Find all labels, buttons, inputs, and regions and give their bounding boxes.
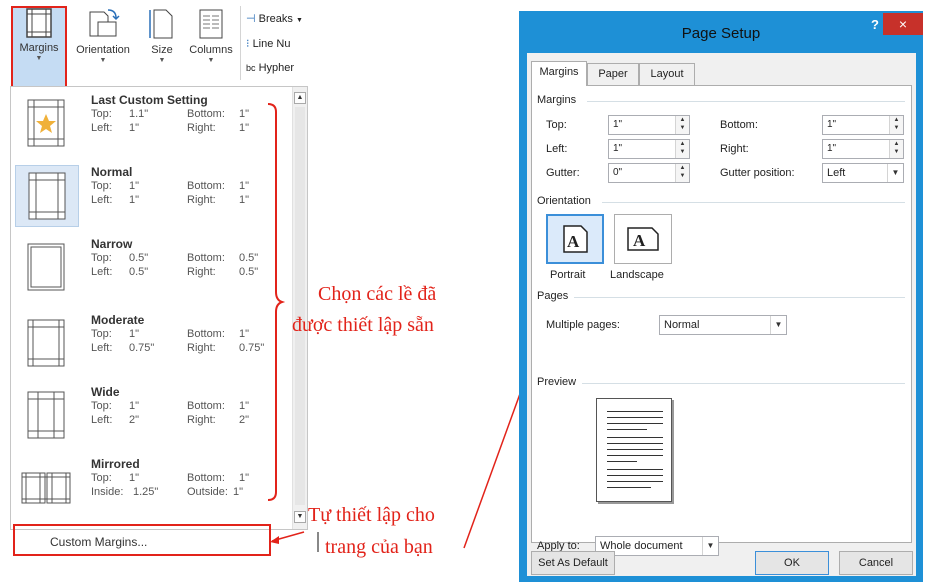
left-label: Left: [546,143,568,155]
top-margin-input[interactable]: 1" ▲ ▼ [608,115,690,135]
spinner-icon[interactable]: ▲ ▼ [675,140,689,158]
landscape-button[interactable]: A [614,214,672,264]
preview-line [607,461,637,462]
preview-group-label: Preview [537,376,577,388]
gutter-position-select[interactable]: Left ▼ [822,163,904,183]
cancel-button[interactable]: Cancel [839,551,913,575]
left-margin-value: 1" [613,143,623,154]
spinner-icon[interactable]: ▲ ▼ [675,164,689,182]
preview-line [607,449,663,450]
divider [602,202,905,203]
preview-line [607,429,647,430]
orientation-group-label: Orientation [537,195,591,207]
page-setup-dialog: Page Setup ? × Margins Paper Layout Marg… [519,11,923,582]
dialog-title-bar[interactable]: Page Setup ? × [519,11,923,53]
preview-line [607,481,663,482]
spinner-icon[interactable]: ▲ ▼ [889,140,903,158]
dialog-body: Margins Paper Layout Margins Top: 1" ▲ ▼ … [527,53,916,576]
left-margin-input[interactable]: 1" ▲ ▼ [608,139,690,159]
dialog-title: Page Setup [681,25,761,42]
margins-tab-panel: Margins Top: 1" ▲ ▼ Bottom: 1" ▲ ▼ Left: 1… [531,85,912,556]
close-icon[interactable]: × [883,13,923,35]
gutter-position-value: Left [827,167,846,179]
ok-button[interactable]: OK [755,551,829,575]
landscape-icon: A [627,227,659,251]
divider [582,383,905,384]
svg-text:A: A [567,232,580,251]
tab-layout[interactable]: Layout [639,63,695,85]
gutter-input[interactable]: 0" ▲ ▼ [608,163,690,183]
preset-note-line2: được thiết lập sẵn [292,314,434,336]
help-icon[interactable]: ? [871,17,879,32]
multiple-pages-select[interactable]: Normal ▼ [659,315,787,335]
right-label: Right: [720,143,749,155]
top-label: Top: [546,119,567,131]
preview-line [607,469,663,470]
preview-line [607,487,651,488]
bottom-label: Bottom: [720,119,758,131]
preview-line [607,437,663,438]
divider [574,297,905,298]
preview-line [607,423,663,424]
preset-brace [267,103,286,501]
multiple-pages-value: Normal [664,319,700,331]
svg-text:A: A [633,231,646,250]
multiple-pages-label: Multiple pages: [546,319,620,331]
spinner-icon[interactable]: ▲ ▼ [889,116,903,134]
gutter-label: Gutter: [546,167,580,179]
spinner-icon[interactable]: ▲ ▼ [675,116,689,134]
right-margin-value: 1" [827,143,837,154]
pages-group-label: Pages [537,290,569,302]
preset-note-line1: Chọn các lề đã [318,283,437,305]
chevron-down-icon: ▼ [770,316,786,334]
gutter-position-label: Gutter position: [720,167,795,179]
top-margin-value: 1" [613,119,623,130]
preview-line [607,455,663,456]
margins-group-label: Margins [537,94,577,106]
landscape-label: Landscape [610,269,664,281]
tab-margins[interactable]: Margins [531,61,587,86]
preview-line [607,475,663,476]
custom-note-line1: Tự thiết lập cho [308,504,435,526]
portrait-label: Portrait [550,269,586,281]
arrow-head-icon [270,536,279,544]
preview-page [596,398,672,502]
set-as-default-button[interactable]: Set As Default [531,551,615,575]
preview-line [607,443,663,444]
chevron-down-icon: ▼ [887,164,903,182]
dialog-arrow-line [463,379,526,549]
preview-line [607,411,663,412]
portrait-button[interactable]: A [546,214,604,264]
custom-note-line2: trang của bạn [325,536,433,558]
gutter-value: 0" [613,167,623,178]
bottom-margin-value: 1" [827,119,837,130]
tab-paper[interactable]: Paper [587,63,639,85]
portrait-icon: A [563,225,588,253]
divider [587,101,905,102]
right-margin-input[interactable]: 1" ▲ ▼ [822,139,904,159]
preview-line [607,417,663,418]
bottom-margin-input[interactable]: 1" ▲ ▼ [822,115,904,135]
chevron-down-icon: ▼ [702,537,718,555]
